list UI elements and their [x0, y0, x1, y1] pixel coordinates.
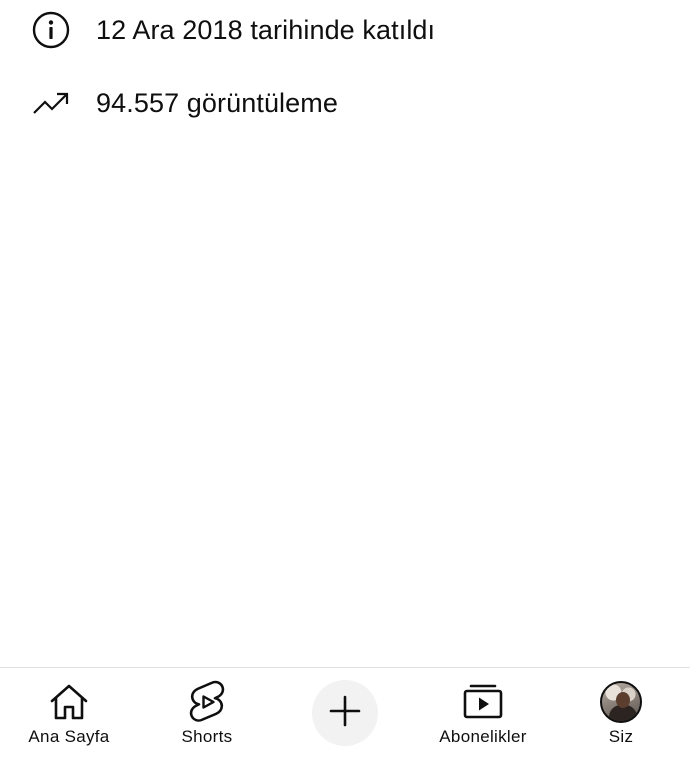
avatar [600, 681, 642, 723]
shorts-icon [185, 680, 229, 724]
trending-up-icon [31, 83, 71, 123]
profile-avatar [599, 680, 643, 724]
nav-item-shorts[interactable]: Shorts [138, 668, 276, 757]
subscriptions-icon [461, 680, 505, 724]
home-icon [47, 680, 91, 724]
info-icon [31, 10, 71, 50]
view-count-text: 94.557 görüntüleme [96, 87, 338, 118]
nav-item-you[interactable]: Siz [552, 668, 690, 757]
plus-icon [328, 694, 362, 733]
bottom-navigation-bar: Ana Sayfa Shorts Abonelikler Siz [0, 667, 690, 757]
nav-label-shorts: Shorts [181, 727, 233, 746]
nav-item-home[interactable]: Ana Sayfa [0, 668, 138, 757]
nav-label-home: Ana Sayfa [28, 727, 110, 746]
create-button[interactable] [276, 668, 414, 757]
create-button-circle[interactable] [312, 680, 378, 746]
nav-item-subscriptions[interactable]: Abonelikler [414, 668, 552, 757]
nav-label-subscriptions: Abonelikler [439, 727, 527, 746]
joined-date-text: 12 Ara 2018 tarihinde katıldı [96, 14, 436, 45]
nav-label-you: Siz [608, 727, 634, 746]
